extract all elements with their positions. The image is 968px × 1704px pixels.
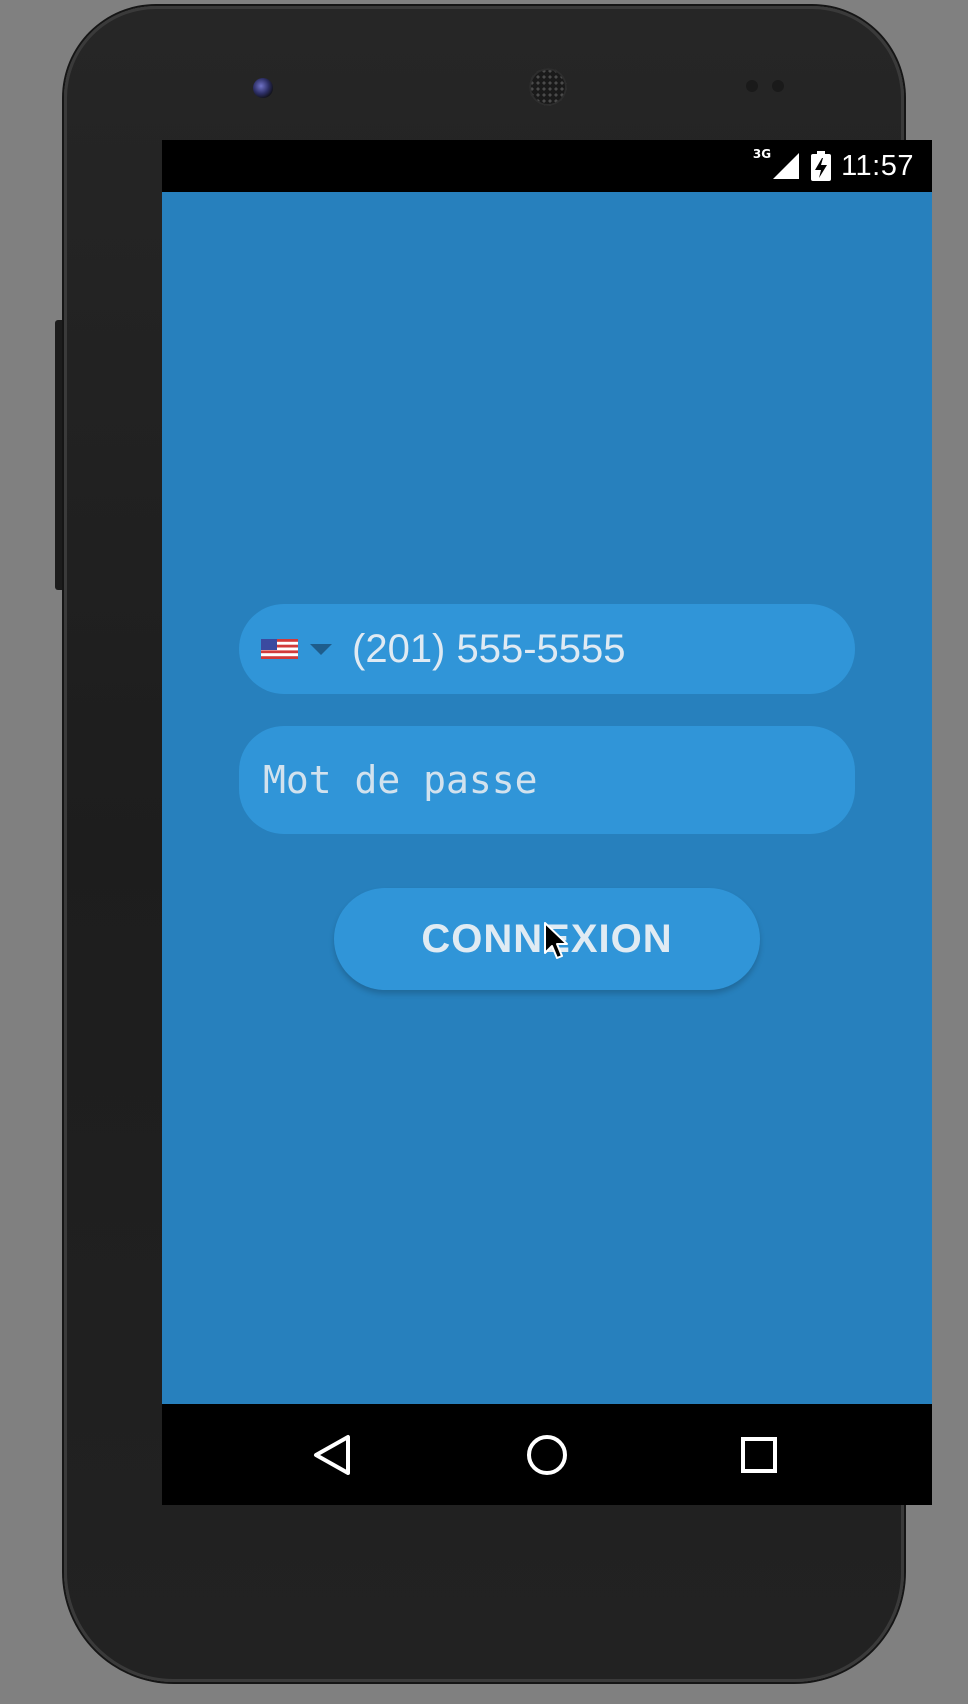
phone-number-field[interactable]	[239, 604, 855, 694]
password-input[interactable]	[263, 758, 823, 802]
earpiece-speaker-icon	[529, 68, 567, 106]
device-screen: 3G 11:57 (201) 555-5555	[162, 140, 932, 1505]
recent-apps-button[interactable]	[704, 1404, 814, 1505]
mouse-pointer-icon	[544, 922, 568, 959]
status-icons: 3G 11:57	[753, 140, 914, 192]
phone-frame: 3G 11:57 (201) 555-5555	[64, 6, 932, 1682]
status-bar: 3G 11:57	[162, 140, 932, 192]
light-sensor-icon	[772, 80, 784, 92]
password-field[interactable]	[239, 726, 855, 834]
front-camera-icon	[253, 78, 273, 98]
clock: 11:57	[841, 149, 914, 182]
battery-charging-icon	[811, 151, 832, 181]
phone-input[interactable]	[352, 626, 792, 672]
flag-us-icon[interactable]	[261, 639, 298, 659]
country-dropdown-icon[interactable]	[310, 643, 332, 655]
proximity-sensor-icon	[746, 80, 758, 92]
navigation-bar	[162, 1404, 932, 1505]
network-type-label: 3G	[752, 147, 772, 161]
recent-apps-icon	[741, 1436, 777, 1473]
home-icon	[527, 1434, 567, 1475]
back-icon	[314, 1434, 350, 1475]
home-button[interactable]	[492, 1404, 602, 1505]
signal-icon	[773, 153, 800, 179]
back-button[interactable]	[277, 1404, 387, 1505]
login-screen: CONNEXION	[162, 192, 932, 1404]
